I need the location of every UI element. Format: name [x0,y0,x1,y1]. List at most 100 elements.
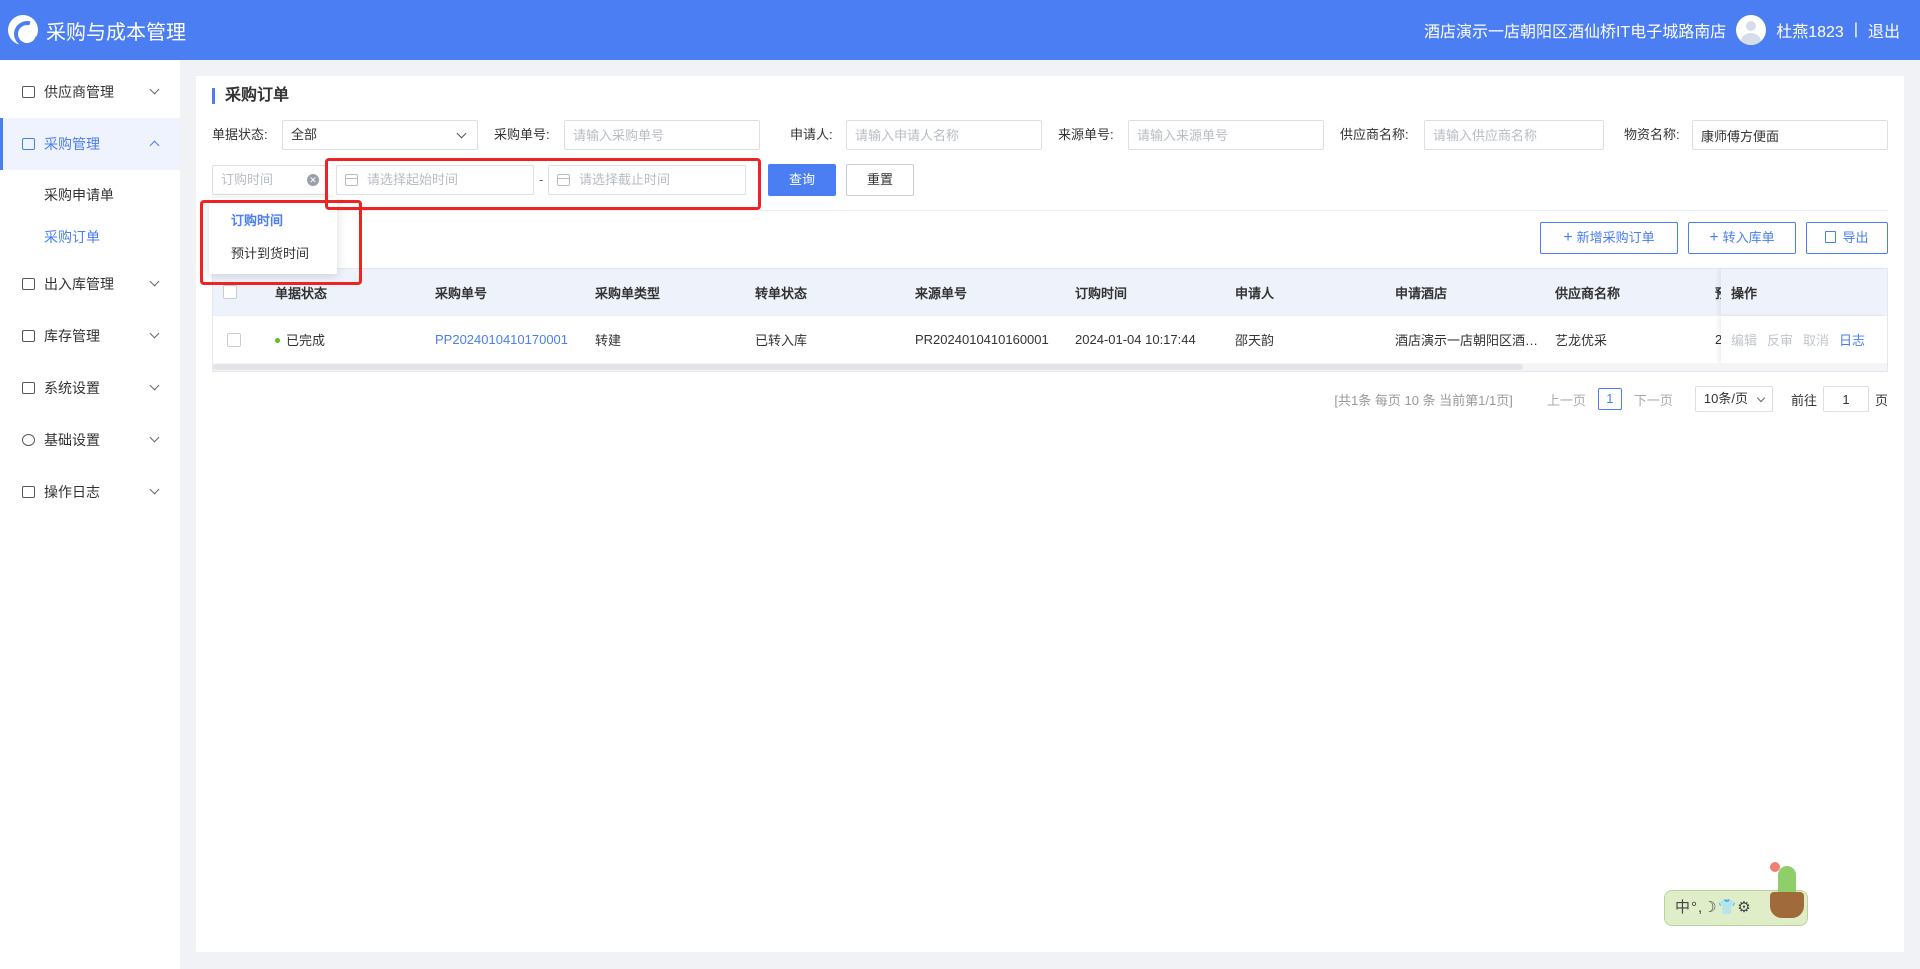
column-header: 单据状态 [275,285,328,301]
table-row: 已完成 PP2024010410170001 转建 已转入库 PR2024010… [213,315,1887,363]
sidebar-item-label: 基础设置 [44,432,100,448]
inventory-icon [22,330,35,342]
search-button[interactable]: 查询 [768,164,836,196]
next-page-button[interactable]: 下一页 [1634,390,1673,409]
sidebar-item-supplier[interactable]: 供应商管理 [0,66,180,118]
row-checkbox[interactable] [227,332,241,347]
time-type-placeholder: 订购时间 [221,172,274,187]
export-button[interactable]: 导出 [1806,222,1888,254]
chevron-up-icon [149,140,160,151]
orders-table: 单据状态 采购单号 采购单类型 转单状态 来源单号 订购时间 申请人 申请酒店 … [212,268,1888,372]
clear-icon[interactable]: ✕ [307,174,319,186]
sidebar-item-inventory[interactable]: 库存管理 [0,310,180,362]
logout-link[interactable]: 退出 [1868,18,1900,42]
sidebar-item-inout[interactable]: 出入库管理 [0,258,180,310]
app-logo[interactable]: 采购与成本管理 [8,15,186,45]
pagination-summary: [共1条 每页 10 条 当前第1/1页] [1334,392,1513,408]
reset-button[interactable]: 重置 [846,164,914,196]
applicant-input[interactable] [846,120,1042,150]
scrollbar-thumb[interactable] [213,364,1523,370]
logo-icon [8,15,38,45]
export-label: 导出 [1842,230,1869,245]
page-size-select[interactable]: 10条/页 [1694,386,1773,412]
goto-page-input[interactable] [1822,386,1869,412]
column-header: 采购单号 [435,285,488,301]
purchase-icon [22,138,35,150]
supplier-input[interactable] [1424,120,1604,150]
po-no-label: 采购单号: [494,127,550,142]
sidebar-item-label: 出入库管理 [44,276,114,292]
column-header: 操作 [1731,285,1758,301]
hotel-name[interactable]: 酒店演示一店朝阳区酒仙桥IT电子城路南店 [1424,18,1726,42]
applicant-cell: 邵天韵 [1235,333,1275,348]
chevron-down-icon [149,380,160,391]
transfer-button[interactable]: + 转入库单 [1688,222,1796,254]
divider [212,210,1888,211]
select-all-checkbox[interactable] [223,285,237,299]
sidebar-item-system[interactable]: 系统设置 [0,362,180,414]
prev-page-button[interactable]: 上一页 [1547,390,1586,409]
column-header: 申请酒店 [1395,285,1448,301]
page-unit-label: 页 [1874,392,1888,408]
chevron-down-icon [149,84,160,95]
sidebar-item-label: 库存管理 [44,328,100,344]
system-icon [22,382,35,394]
header-separator: | [1853,21,1858,38]
column-header: 申请人 [1235,285,1275,301]
source-no-input[interactable] [1128,120,1324,150]
status-cell: 已完成 [263,330,423,349]
edit-action: 编辑 [1731,333,1758,348]
source-no-label: 来源单号: [1058,127,1114,142]
pagination: [共1条 每页 10 条 当前第1/1页] 上一页 1 下一页 10条/页 前往… [1334,386,1888,412]
pot-icon [1770,892,1804,918]
supplier-label: 供应商名称: [1340,127,1409,142]
po-no-input[interactable] [564,120,760,150]
column-header: 转单状态 [755,285,808,301]
sidebar-item-label: 供应商管理 [44,84,114,100]
annotation-box-date-range [325,158,761,210]
time-type-select[interactable]: 订购时间 ✕ [212,165,326,195]
column-header: 采购单类型 [595,285,661,301]
avatar[interactable] [1736,15,1767,45]
material-label: 物资名称: [1624,127,1680,142]
po-no-link[interactable]: PP2024010410170001 [423,332,583,347]
log-action[interactable]: 日志 [1839,330,1865,349]
sidebar-item-log[interactable]: 操作日志 [0,466,180,518]
log-icon [22,486,35,498]
material-input[interactable] [1692,120,1888,150]
cancel-action: 取消 [1803,333,1830,348]
add-order-label: 新增采购订单 [1576,230,1655,245]
column-header: 来源单号 [915,285,968,301]
ime-widget[interactable]: 中°,☽👕⚙ [1662,862,1812,932]
horizontal-scrollbar[interactable] [213,363,1887,371]
sidebar-item-basic[interactable]: 基础设置 [0,414,180,466]
sidebar-subitem-purchase-request[interactable]: 采购申请单 [0,174,180,216]
annotation-box-dropdown [200,200,362,285]
operation-column-header: 操作 [1721,269,1887,315]
plus-icon: + [1563,229,1573,246]
supplier-icon [22,86,35,98]
order-time-cell: 2024-01-04 10:17:44 [1075,332,1196,347]
gear-icon [22,434,35,446]
page-title: 采购订单 [212,88,289,104]
sidebar-item-purchase[interactable]: 采购管理 [0,118,180,170]
page-number-button[interactable]: 1 [1597,388,1622,410]
source-no-cell: PR2024010410160001 [915,332,1049,347]
transfer-label: 转入库单 [1722,230,1775,245]
sidebar-subitem-purchase-order[interactable]: 采购订单 [0,216,180,258]
column-header: 订购时间 [1075,285,1128,301]
transfer-status-cell: 已转入库 [755,333,808,348]
sidebar-item-label: 采购管理 [44,136,100,152]
supplier-cell: 艺龙优采 [1555,333,1608,348]
user-name[interactable]: 杜燕1823 [1776,18,1844,42]
type-cell: 转建 [595,333,622,348]
row-checkbox-cell [213,332,263,347]
app-title: 采购与成本管理 [46,21,186,44]
status-select[interactable]: 全部 [282,120,478,150]
status-label: 单据状态: [212,127,268,142]
status-text: 已完成 [286,333,326,348]
header-user-area: 酒店演示一店朝阳区酒仙桥IT电子城路南店 杜燕1823 | 退出 [1424,0,1900,60]
status-select-value: 全部 [291,127,318,142]
table-header: 单据状态 采购单号 采购单类型 转单状态 来源单号 订购时间 申请人 申请酒店 … [213,269,1887,315]
add-order-button[interactable]: + 新增采购订单 [1540,222,1678,254]
